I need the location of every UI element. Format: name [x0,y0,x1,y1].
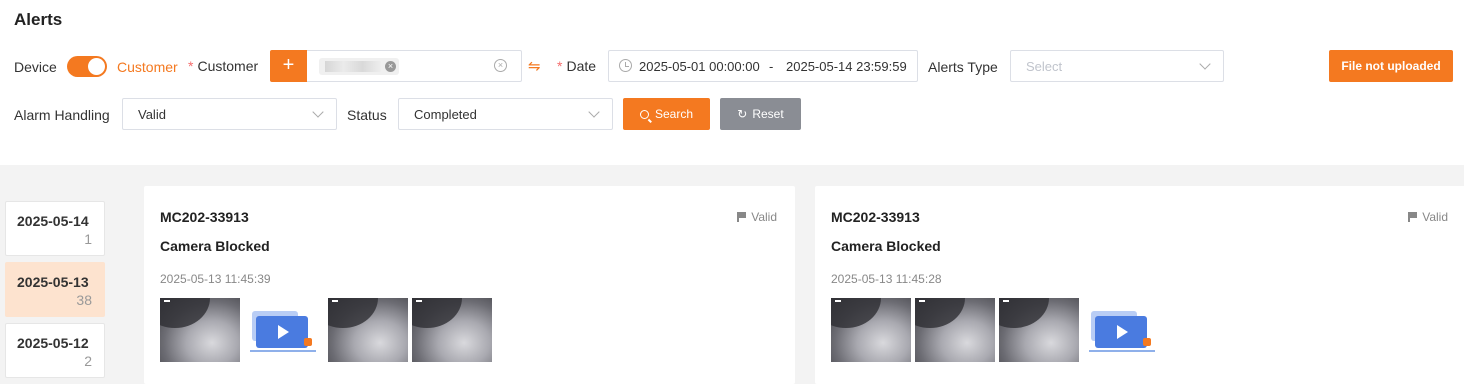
alert-status: Valid [1408,210,1448,224]
flag-icon [1408,212,1417,222]
alert-card[interactable]: MC202-33913 Valid Camera Blocked 2025-05… [815,186,1464,384]
date-item-count: 1 [84,231,92,247]
alarm-handling-value: Valid [138,107,166,122]
chevron-down-icon [312,106,324,118]
snapshot-thumbnail[interactable] [831,298,911,362]
customer-tag: × [319,58,399,75]
reset-button[interactable]: ↻ Reset [720,98,801,130]
date-separator: - [769,59,774,74]
alarm-handling-label: Alarm Handling [14,107,110,123]
alerts-type-label: Alerts Type [928,59,998,75]
status-value: Completed [414,107,477,122]
snapshot-thumbnail[interactable] [412,298,492,362]
redacted-customer-name [325,61,381,72]
refresh-icon: ↻ [737,107,748,121]
date-item-date: 2025-05-13 [17,274,89,290]
status-select[interactable]: Completed [398,98,613,130]
clear-icon[interactable]: × [494,59,507,72]
search-icon [639,110,649,119]
alert-type: Camera Blocked [160,238,270,254]
page-title: Alerts [14,10,63,29]
date-range-picker[interactable]: 2025-05-01 00:00:00 - 2025-05-14 23:59:5… [608,50,918,82]
date-item-date: 2025-05-14 [17,213,89,229]
clock-icon [619,59,632,72]
date-start: 2025-05-01 00:00:00 [639,59,760,74]
add-customer-button[interactable]: + [270,50,307,82]
toggle-knob [88,58,105,75]
play-icon [1117,325,1128,339]
alarm-handling-select[interactable]: Valid [122,98,337,130]
snapshot-thumbnail[interactable] [328,298,408,362]
device-customer-toggle[interactable] [67,56,107,77]
customer-field-label: * Customer [188,58,259,74]
chevron-down-icon [588,106,600,118]
snapshot-thumbnail[interactable] [915,298,995,362]
status-label: Status [347,107,387,123]
alert-time: 2025-05-13 11:45:39 [160,272,271,286]
swap-icon[interactable]: ⇋ [528,57,541,75]
customer-select[interactable]: × × [307,50,522,82]
customer-toggle-label: Customer [117,59,178,75]
date-item-date: 2025-05-12 [17,335,89,351]
search-button[interactable]: Search [623,98,710,130]
alert-time: 2025-05-13 11:45:28 [831,272,942,286]
video-thumbnail-icon[interactable] [244,298,324,362]
alert-device-id: MC202-33913 [831,209,920,225]
alert-device-id: MC202-33913 [160,209,249,225]
date-item-count: 2 [84,353,92,369]
tag-close-icon[interactable]: × [385,61,396,72]
device-label: Device [14,59,57,75]
date-item-count: 38 [76,292,92,308]
alert-type: Camera Blocked [831,238,941,254]
alerts-type-placeholder: Select [1026,59,1063,74]
date-end: 2025-05-14 23:59:59 [786,59,907,74]
date-list-item[interactable]: 2025-05-14 1 [5,201,105,256]
snapshot-thumbnail[interactable] [160,298,240,362]
alerts-type-select[interactable]: Select [1010,50,1224,82]
play-icon [278,325,289,339]
video-thumbnail-icon[interactable] [1083,298,1163,362]
alert-card[interactable]: MC202-33913 Valid Camera Blocked 2025-05… [144,186,795,384]
snapshot-thumbnail[interactable] [999,298,1079,362]
chevron-down-icon [1199,58,1211,70]
date-field-label: * Date [557,58,597,74]
alert-status: Valid [737,210,777,224]
date-list-item[interactable]: 2025-05-12 2 [5,323,105,378]
flag-icon [737,212,746,222]
file-not-uploaded-button[interactable]: File not uploaded [1329,50,1453,82]
date-list-item-active[interactable]: 2025-05-13 38 [5,262,105,317]
